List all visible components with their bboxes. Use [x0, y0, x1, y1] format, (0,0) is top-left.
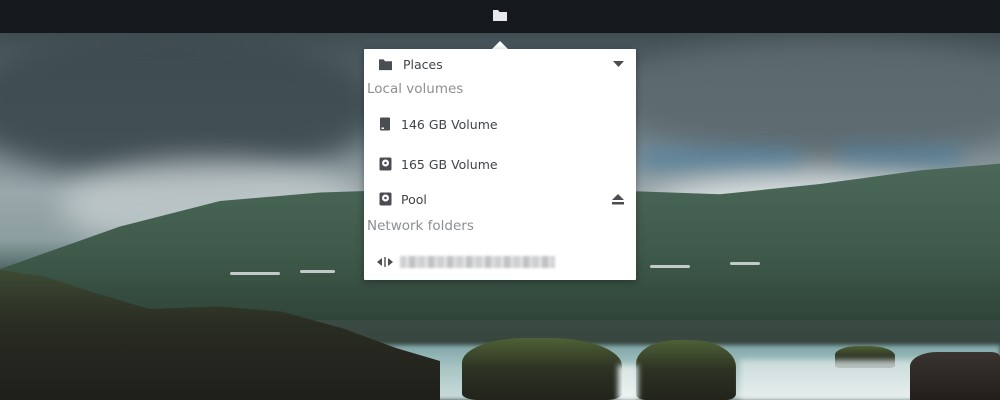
disk-icon [377, 156, 393, 172]
network-icon [377, 254, 393, 270]
local-volumes-header: Local volumes [367, 81, 464, 97]
volume-label: Pool [401, 191, 427, 207]
popover-arrow [492, 41, 508, 49]
network-folders-header: Network folders [367, 218, 474, 234]
redacted-network-address [400, 256, 555, 268]
disk-icon [377, 191, 393, 207]
top-panel [0, 0, 1000, 33]
volume-146gb-row[interactable]: 146 GB Volume [364, 114, 636, 134]
desktop: Places Local volumes 146 GB Volume 165 G… [0, 0, 1000, 400]
triangle-down-icon[interactable] [611, 57, 625, 71]
volume-label: 146 GB Volume [401, 116, 498, 132]
network-folder-row[interactable] [364, 252, 636, 272]
eject-icon[interactable] [611, 192, 625, 206]
drive-icon [377, 116, 393, 132]
places-row[interactable]: Places [364, 54, 636, 74]
volume-label: 165 GB Volume [401, 156, 498, 172]
volume-165gb-row[interactable]: 165 GB Volume [364, 154, 636, 174]
places-indicator-button[interactable] [485, 2, 515, 32]
folder-icon [492, 7, 508, 26]
places-popover: Places Local volumes 146 GB Volume 165 G… [364, 49, 636, 280]
pool-row[interactable]: Pool [364, 189, 636, 209]
folder-icon [377, 56, 393, 72]
places-label: Places [403, 56, 443, 72]
